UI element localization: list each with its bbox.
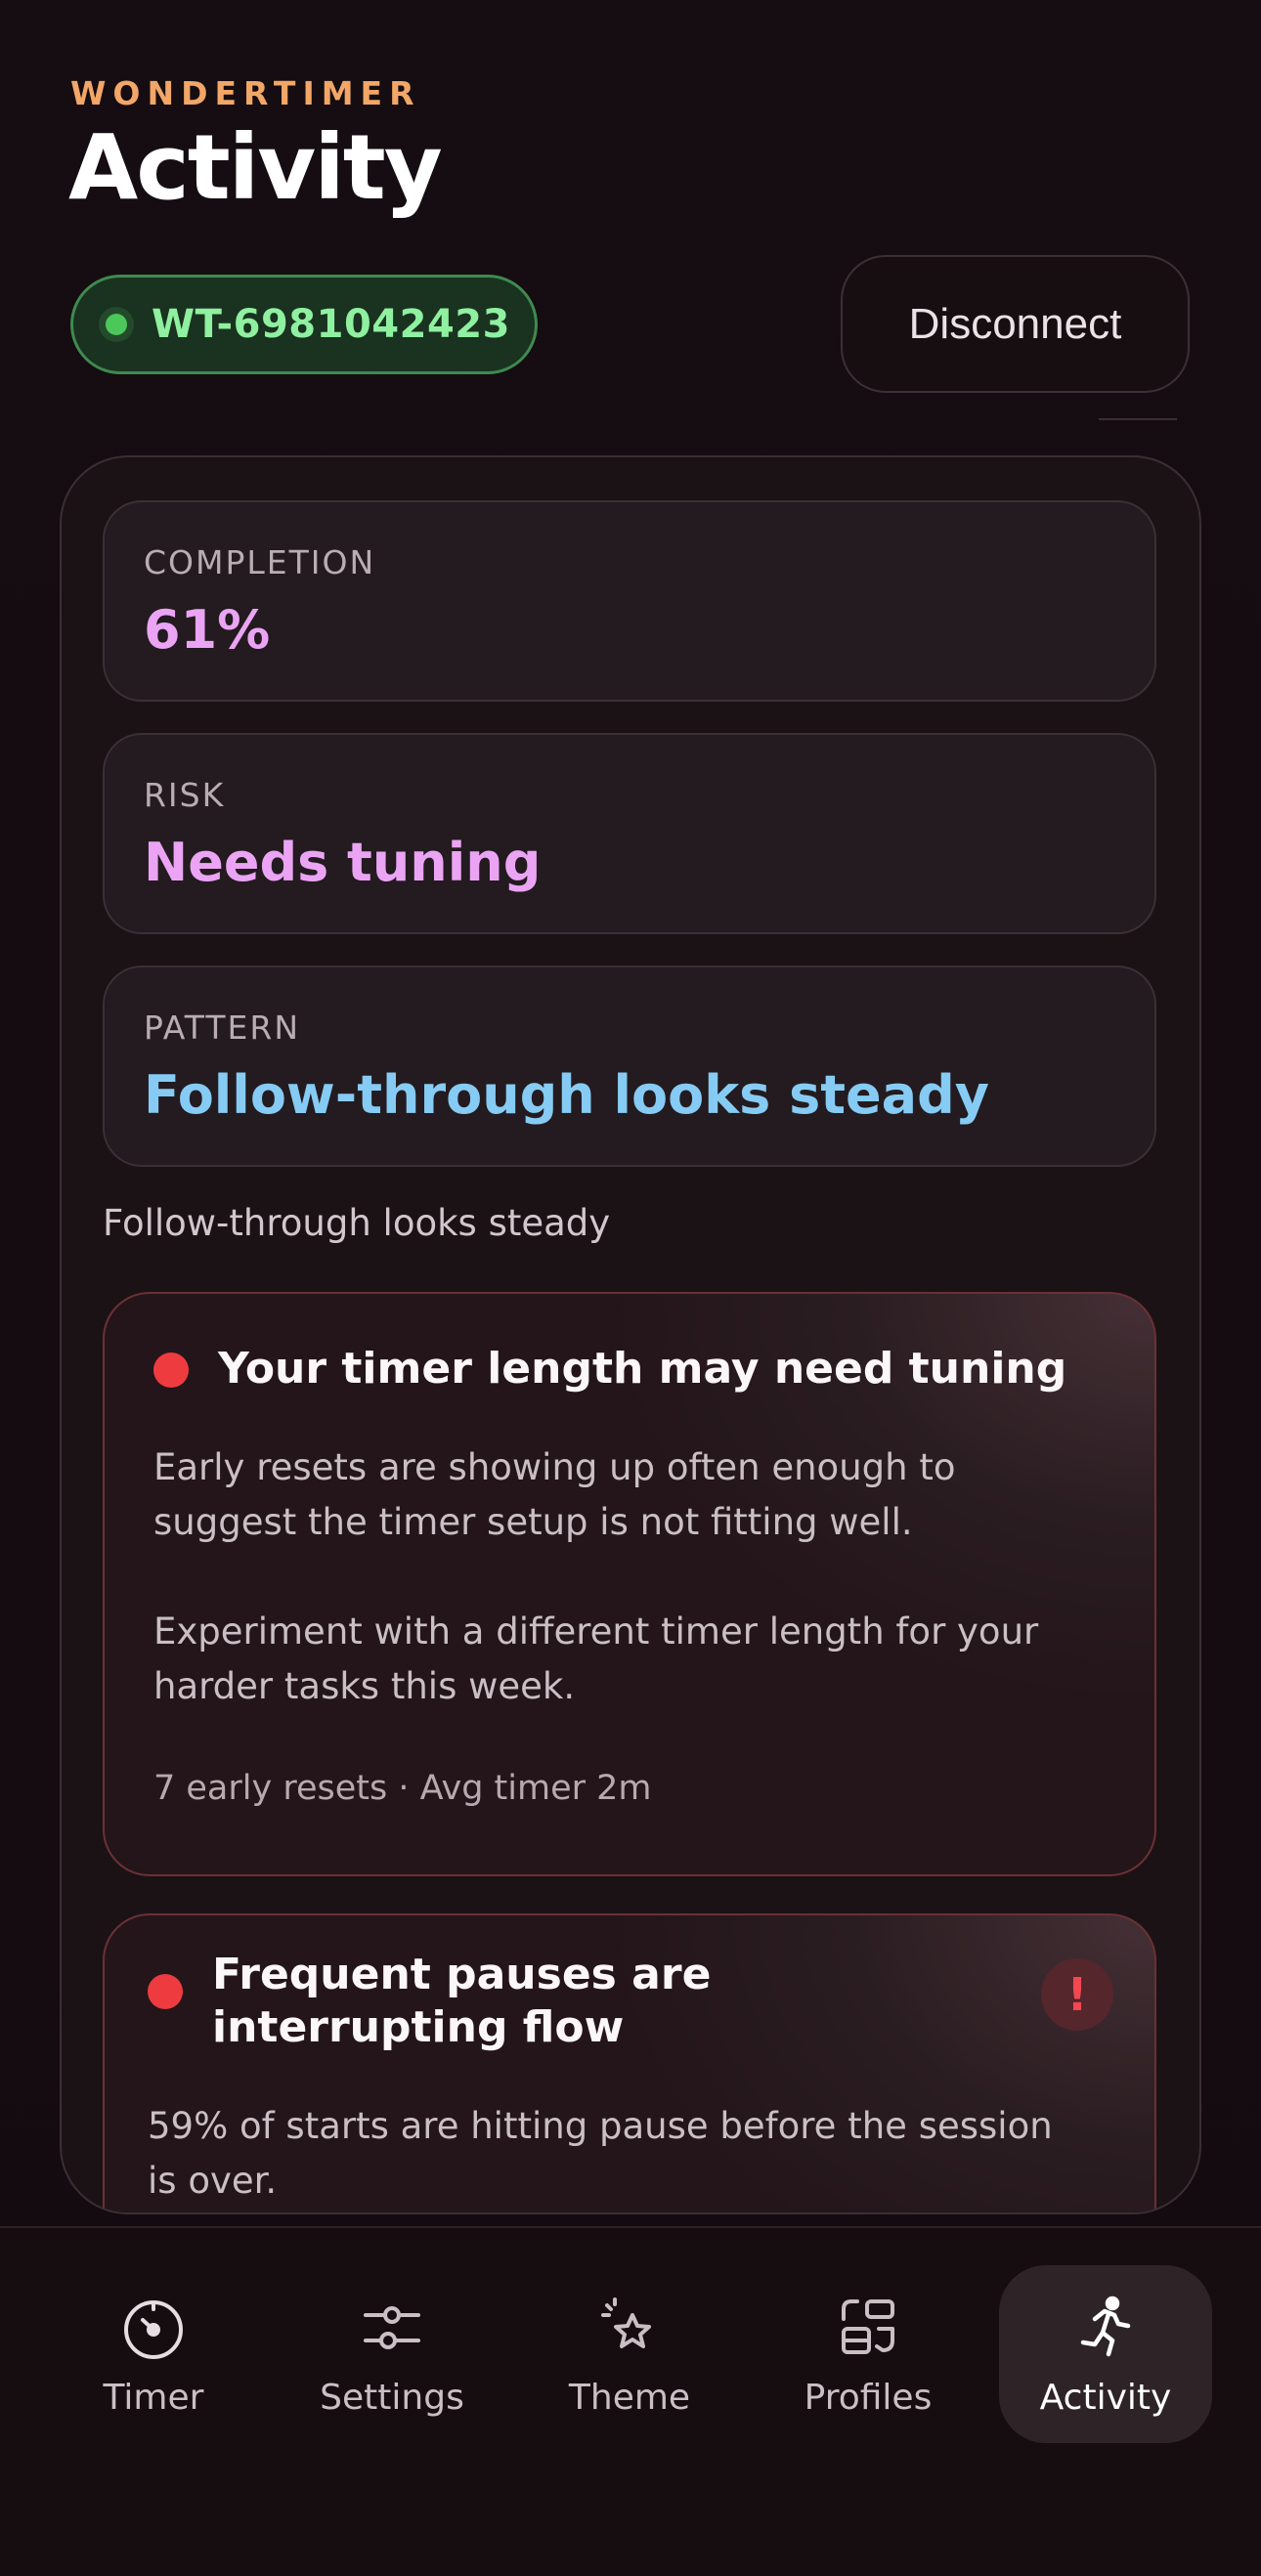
- tab-settings[interactable]: Settings: [285, 2265, 499, 2443]
- activity-screen: WONDERTIMER Activity WT-6981042423 Disco…: [0, 0, 1261, 2576]
- scroll-indicator: [1099, 418, 1177, 420]
- insight-title: Your timer length may need tuning: [218, 1344, 1067, 1394]
- stat-label: COMPLETION: [144, 543, 376, 581]
- alert-dot-icon: [148, 1974, 183, 2009]
- device-id-pill[interactable]: WT-6981042423: [70, 275, 538, 374]
- tab-label: Timer: [103, 2377, 204, 2418]
- stat-label: PATTERN: [144, 1009, 301, 1047]
- stat-value: 61%: [144, 599, 271, 661]
- tab-activity[interactable]: Activity: [999, 2265, 1212, 2443]
- tab-theme[interactable]: Theme: [523, 2265, 736, 2443]
- insight-meta: 7 early resets · Avg timer 2m: [153, 1769, 652, 1808]
- stat-card-completion: COMPLETION 61%: [103, 500, 1156, 702]
- page-title: Activity: [68, 115, 443, 220]
- tab-profiles[interactable]: Profiles: [761, 2265, 975, 2443]
- insight-body: Early resets are showing up often enough…: [153, 1446, 956, 1543]
- running-person-icon: [1080, 2296, 1131, 2356]
- brand-label: WONDERTIMER: [70, 74, 421, 112]
- stat-card-risk: RISK Needs tuning: [103, 733, 1156, 934]
- insight-body: 59% of starts are hitting pause before t…: [148, 2105, 1053, 2202]
- tab-label: Profiles: [804, 2377, 933, 2418]
- tab-label: Theme: [568, 2377, 691, 2418]
- timer-icon: [124, 2299, 183, 2359]
- tab-timer[interactable]: Timer: [47, 2265, 260, 2443]
- insight-header: Your timer length may need tuning: [153, 1343, 1106, 1395]
- tab-label: Activity: [1039, 2377, 1172, 2418]
- summary-text: Follow-through looks steady: [103, 1202, 611, 1244]
- sliders-icon: [364, 2305, 420, 2349]
- stat-label: RISK: [144, 776, 226, 814]
- tab-label: Settings: [320, 2377, 464, 2418]
- device-id: WT-6981042423: [152, 302, 510, 347]
- insight-suggestion: Experiment with a different timer length…: [153, 1610, 1039, 1707]
- insight-card[interactable]: Frequent pauses are interrupting flow ! …: [103, 1913, 1156, 2212]
- stat-value: Needs tuning: [144, 832, 542, 893]
- warning-icon: !: [1041, 1958, 1113, 2031]
- activity-panel[interactable]: COMPLETION 61% RISK Needs tuning PATTERN…: [60, 455, 1201, 2214]
- bottom-tab-bar: Timer Settings Theme Profiles Activity: [0, 2226, 1261, 2576]
- profiles-icon: [842, 2298, 894, 2354]
- stat-card-pattern: PATTERN Follow-through looks steady: [103, 966, 1156, 1167]
- alert-dot-icon: [153, 1352, 189, 1388]
- stat-value: Follow-through looks steady: [144, 1064, 989, 1126]
- sparkle-star-icon: [601, 2297, 651, 2348]
- insight-card[interactable]: Your timer length may need tuning Early …: [103, 1292, 1156, 1876]
- insight-header: Frequent pauses are interrupting flow: [148, 1949, 1018, 2054]
- disconnect-button[interactable]: Disconnect: [841, 255, 1190, 393]
- insight-title: Frequent pauses are interrupting flow: [212, 1950, 712, 2052]
- connected-status-icon: [99, 307, 134, 342]
